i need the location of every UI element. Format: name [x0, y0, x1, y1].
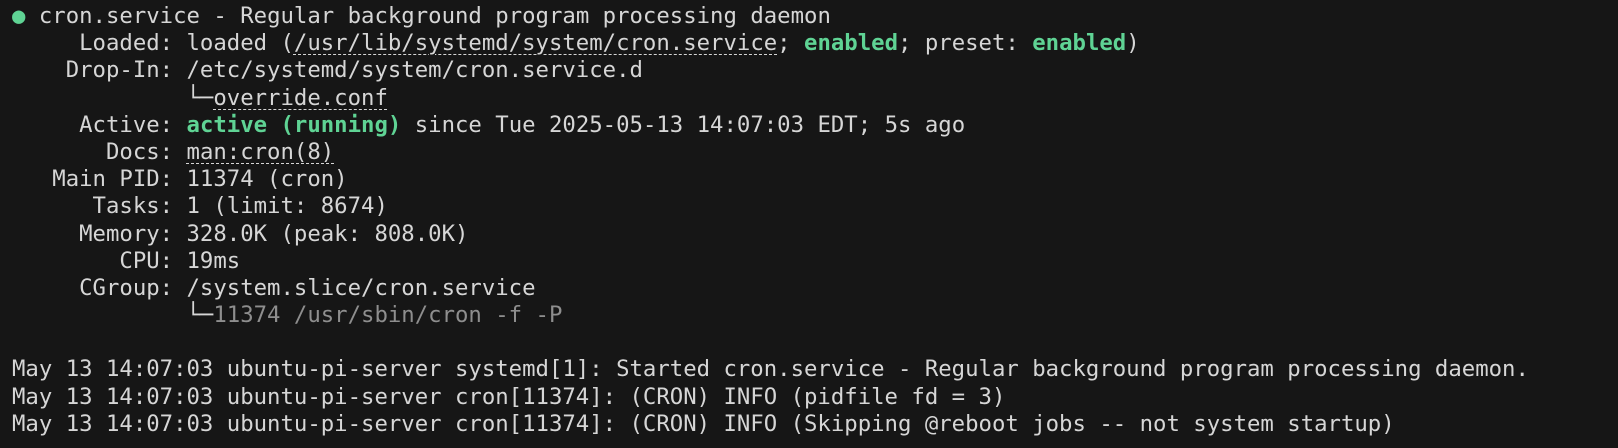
text-segment: Loaded: loaded ( — [12, 30, 294, 57]
text-segment: May 13 14:07:03 ubuntu-pi-server systemd… — [12, 356, 1529, 383]
text-segment: ; preset: — [898, 30, 1033, 57]
status-highlight: enabled — [1032, 30, 1127, 57]
status-line: Main PID: 11374 (cron) — [12, 166, 1529, 193]
status-line: CPU: 19ms — [12, 248, 1529, 275]
link-text[interactable]: /usr/lib/systemd/system/cron.service — [294, 30, 777, 56]
status-line: Docs: man:cron(8) — [12, 139, 1529, 166]
text-segment: Drop-In: /etc/systemd/system/cron.servic… — [12, 57, 643, 84]
status-line: Tasks: 1 (limit: 8674) — [12, 193, 1529, 220]
text-segment: since Tue 2025-05-13 14:07:03 EDT; 5s ag… — [401, 111, 966, 138]
journal-log-line: May 13 14:07:03 ubuntu-pi-server cron[11… — [12, 384, 1529, 411]
status-line: CGroup: /system.slice/cron.service — [12, 275, 1529, 302]
text-segment: Memory: 328.0K (peak: 808.0K) — [12, 220, 469, 247]
text-segment: CGroup: /system.slice/cron.service — [12, 274, 536, 301]
text-segment: May 13 14:07:03 ubuntu-pi-server cron[11… — [12, 383, 1006, 410]
process-text: 11374 /usr/sbin/cron -f -P — [213, 302, 563, 329]
text-segment: Tasks: 1 (limit: 8674) — [12, 193, 388, 220]
status-line: └─override.conf — [12, 85, 1529, 112]
status-line — [12, 329, 1529, 356]
text-segment: Active: — [12, 111, 187, 138]
status-line: └─11374 /usr/sbin/cron -f -P — [12, 302, 1529, 329]
terminal-output[interactable]: ● cron.service - Regular background prog… — [12, 3, 1529, 438]
status-line: Memory: 328.0K (peak: 808.0K) — [12, 221, 1529, 248]
text-segment: cron.service - Regular background progra… — [38, 3, 831, 29]
journal-log-line: May 13 14:07:03 ubuntu-pi-server cron[11… — [12, 411, 1529, 438]
text-segment: ; — [777, 30, 805, 57]
journal-log-line: May 13 14:07:03 ubuntu-pi-server systemd… — [12, 356, 1529, 383]
status-line: Active: active (running) since Tue 2025-… — [12, 112, 1529, 139]
text-segment: May 13 14:07:03 ubuntu-pi-server cron[11… — [12, 410, 1395, 437]
text-segment: └─ — [12, 84, 214, 111]
link-text[interactable]: man:cron(8) — [187, 139, 335, 165]
status-highlight: active (running) — [186, 111, 402, 138]
status-line: Loaded: loaded (/usr/lib/systemd/system/… — [12, 30, 1529, 57]
service-header-line: ● cron.service - Regular background prog… — [12, 3, 1529, 30]
status-highlight: enabled — [804, 30, 898, 57]
text-segment: ) — [1126, 30, 1140, 57]
green-circle-icon: ● — [12, 3, 39, 29]
text-segment: Main PID: 11374 (cron) — [12, 166, 348, 193]
text-segment: CPU: 19ms — [12, 247, 241, 274]
status-line: Drop-In: /etc/systemd/system/cron.servic… — [12, 57, 1529, 84]
link-text[interactable]: override.conf — [213, 85, 388, 111]
text-segment: └─ — [12, 302, 214, 329]
text-segment: Docs: — [12, 138, 187, 165]
